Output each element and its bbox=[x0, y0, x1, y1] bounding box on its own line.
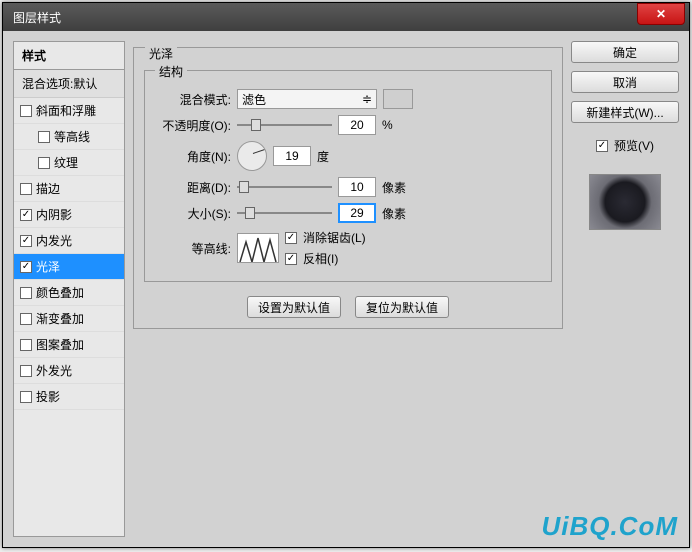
contour-icon bbox=[238, 234, 279, 263]
reset-default-button[interactable]: 复位为默认值 bbox=[355, 296, 449, 318]
sidebar-item-10[interactable]: 外发光 bbox=[14, 358, 124, 384]
sidebar-header: 样式 bbox=[14, 42, 124, 70]
ok-button[interactable]: 确定 bbox=[571, 41, 679, 63]
contour-picker[interactable] bbox=[237, 233, 279, 263]
content-area: 样式 混合选项:默认 斜面和浮雕等高线纹理描边内阴影内发光光泽颜色叠加渐变叠加图… bbox=[3, 31, 689, 547]
blend-mode-select[interactable]: 滤色 ≑ bbox=[237, 89, 377, 109]
angle-input[interactable]: 19 bbox=[273, 146, 311, 166]
new-style-button[interactable]: 新建样式(W)... bbox=[571, 101, 679, 123]
size-label: 大小(S): bbox=[153, 205, 231, 222]
invert-checkbox-row[interactable]: 反相(I) bbox=[285, 250, 366, 267]
blend-mode-label: 混合模式: bbox=[153, 91, 231, 108]
sidebar-item-label: 内阴影 bbox=[36, 206, 72, 223]
sidebar-item-0[interactable]: 斜面和浮雕 bbox=[14, 98, 124, 124]
blend-mode-value: 滤色 bbox=[242, 91, 266, 108]
sidebar-item-label: 描边 bbox=[36, 180, 60, 197]
watermark: UiBQ.CoM bbox=[541, 511, 678, 542]
sidebar-item-label: 投影 bbox=[36, 388, 60, 405]
sidebar-item-label: 颜色叠加 bbox=[36, 284, 84, 301]
sidebar-item-checkbox[interactable] bbox=[38, 131, 50, 143]
invert-checkbox[interactable] bbox=[285, 253, 297, 265]
pixels-unit-2: 像素 bbox=[382, 205, 406, 222]
sidebar-item-label: 光泽 bbox=[36, 258, 60, 275]
style-list-sidebar: 样式 混合选项:默认 斜面和浮雕等高线纹理描边内阴影内发光光泽颜色叠加渐变叠加图… bbox=[13, 41, 125, 537]
angle-label: 角度(N): bbox=[153, 148, 231, 165]
distance-label: 距离(D): bbox=[153, 179, 231, 196]
close-button[interactable]: ✕ bbox=[637, 3, 685, 25]
sidebar-item-checkbox[interactable] bbox=[20, 209, 32, 221]
sidebar-item-checkbox[interactable] bbox=[20, 313, 32, 325]
distance-input[interactable]: 10 bbox=[338, 177, 376, 197]
preview-checkbox[interactable] bbox=[596, 140, 608, 152]
sidebar-item-checkbox[interactable] bbox=[20, 105, 32, 117]
close-icon: ✕ bbox=[656, 7, 666, 21]
opacity-input[interactable]: 20 bbox=[338, 115, 376, 135]
sidebar-item-label: 渐变叠加 bbox=[36, 310, 84, 327]
sidebar-item-label: 纹理 bbox=[54, 154, 78, 171]
main-panel: 光泽 结构 混合模式: 滤色 ≑ 不透明度( bbox=[133, 41, 563, 537]
sidebar-item-checkbox[interactable] bbox=[20, 287, 32, 299]
sidebar-item-1[interactable]: 等高线 bbox=[14, 124, 124, 150]
sidebar-item-label: 等高线 bbox=[54, 128, 90, 145]
sidebar-item-label: 外发光 bbox=[36, 362, 72, 379]
blending-options-item[interactable]: 混合选项:默认 bbox=[14, 70, 124, 98]
sidebar-item-9[interactable]: 图案叠加 bbox=[14, 332, 124, 358]
color-swatch[interactable] bbox=[383, 89, 413, 109]
sidebar-item-label: 斜面和浮雕 bbox=[36, 102, 96, 119]
sidebar-item-checkbox[interactable] bbox=[20, 261, 32, 273]
sidebar-item-checkbox[interactable] bbox=[20, 235, 32, 247]
cancel-button[interactable]: 取消 bbox=[571, 71, 679, 93]
sidebar-item-2[interactable]: 纹理 bbox=[14, 150, 124, 176]
titlebar: 图层样式 ✕ bbox=[3, 3, 689, 31]
sidebar-item-label: 内发光 bbox=[36, 232, 72, 249]
antialias-label: 消除锯齿(L) bbox=[303, 229, 366, 246]
sidebar-item-checkbox[interactable] bbox=[20, 365, 32, 377]
invert-label: 反相(I) bbox=[303, 250, 338, 267]
right-button-column: 确定 取消 新建样式(W)... 预览(V) bbox=[571, 41, 679, 537]
sidebar-item-8[interactable]: 渐变叠加 bbox=[14, 306, 124, 332]
sidebar-item-11[interactable]: 投影 bbox=[14, 384, 124, 410]
opacity-slider[interactable] bbox=[237, 117, 332, 133]
antialias-checkbox-row[interactable]: 消除锯齿(L) bbox=[285, 229, 366, 246]
structure-group: 结构 混合模式: 滤色 ≑ 不透明度(O): 20 bbox=[144, 70, 552, 282]
chevron-updown-icon: ≑ bbox=[362, 92, 372, 106]
sidebar-item-checkbox[interactable] bbox=[20, 339, 32, 351]
sidebar-item-4[interactable]: 内阴影 bbox=[14, 202, 124, 228]
layer-style-window: 图层样式 ✕ 样式 混合选项:默认 斜面和浮雕等高线纹理描边内阴影内发光光泽颜色… bbox=[2, 2, 690, 548]
degree-unit: 度 bbox=[317, 148, 329, 165]
contour-label: 等高线: bbox=[153, 240, 231, 257]
panel-title: 光泽 bbox=[145, 45, 177, 62]
sidebar-item-7[interactable]: 颜色叠加 bbox=[14, 280, 124, 306]
distance-slider[interactable] bbox=[237, 179, 332, 195]
sidebar-item-checkbox[interactable] bbox=[20, 183, 32, 195]
percent-unit: % bbox=[382, 118, 393, 132]
set-default-button[interactable]: 设置为默认值 bbox=[247, 296, 341, 318]
structure-label: 结构 bbox=[155, 63, 187, 80]
sidebar-item-checkbox[interactable] bbox=[38, 157, 50, 169]
panel-group: 结构 混合模式: 滤色 ≑ 不透明度(O): 20 bbox=[133, 47, 563, 329]
size-slider[interactable] bbox=[237, 205, 332, 221]
window-title: 图层样式 bbox=[13, 9, 61, 26]
size-input[interactable]: 29 bbox=[338, 203, 376, 223]
preview-thumbnail bbox=[589, 174, 661, 230]
angle-dial[interactable] bbox=[237, 141, 267, 171]
sidebar-item-6[interactable]: 光泽 bbox=[14, 254, 124, 280]
sidebar-item-5[interactable]: 内发光 bbox=[14, 228, 124, 254]
sidebar-item-checkbox[interactable] bbox=[20, 391, 32, 403]
opacity-label: 不透明度(O): bbox=[153, 117, 231, 134]
pixels-unit-1: 像素 bbox=[382, 179, 406, 196]
sidebar-item-3[interactable]: 描边 bbox=[14, 176, 124, 202]
antialias-checkbox[interactable] bbox=[285, 232, 297, 244]
preview-label: 预览(V) bbox=[614, 137, 654, 154]
preview-checkbox-row[interactable]: 预览(V) bbox=[596, 137, 654, 154]
sidebar-item-label: 图案叠加 bbox=[36, 336, 84, 353]
